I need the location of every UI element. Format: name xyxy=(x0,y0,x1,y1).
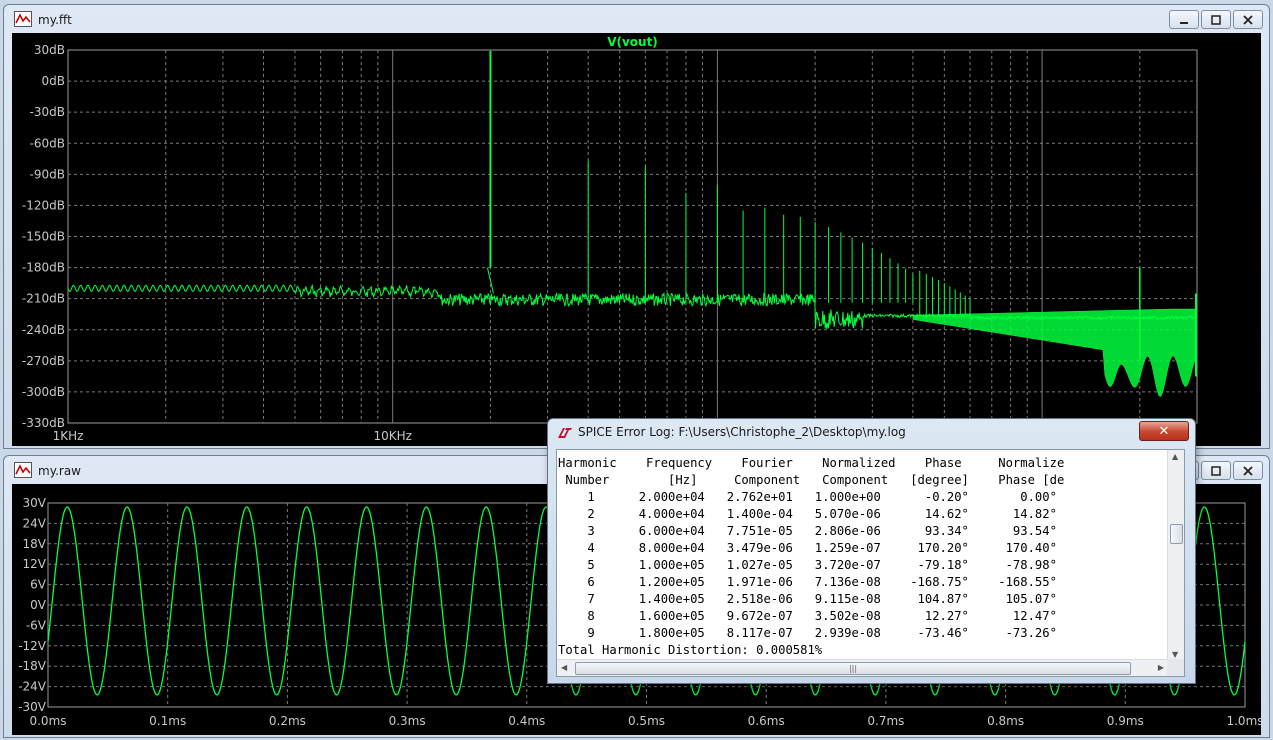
fft-y-tick-label: 30dB xyxy=(34,43,65,57)
raw-close-button[interactable] xyxy=(1233,461,1263,480)
raw-x-tick-label: 0.4ms xyxy=(508,714,545,728)
fft-y-tick-label: -270dB xyxy=(22,354,65,368)
fft-window-title: my.fft xyxy=(38,13,72,27)
raw-x-tick-label: 1.0ms xyxy=(1226,714,1261,728)
fft-chart: 30dB 0dB -30dB -60dB -90dB -120dB -150dB -180dB… xyxy=(22,35,1198,443)
raw-y-tick-label: -30V xyxy=(18,700,47,714)
scroll-left-icon[interactable]: ◀ xyxy=(561,663,567,672)
fft-y-tick-label: -210dB xyxy=(22,292,65,306)
fft-y-tick-label: -240dB xyxy=(22,323,65,337)
raw-y-tick-label: 30V xyxy=(23,496,47,510)
fft-maximize-button[interactable] xyxy=(1201,10,1231,29)
raw-x-tick-label: 0.3ms xyxy=(389,714,426,728)
raw-x-tick-label: 0.2ms xyxy=(269,714,306,728)
fft-y-tick-label: -180dB xyxy=(22,261,65,275)
fft-trace-name: V(vout) xyxy=(607,35,658,49)
fourier-analysis-text: Harmonic Frequency Fourier Normalized Ph… xyxy=(558,456,1065,655)
fft-y-tick-label: -30dB xyxy=(30,105,65,119)
raw-y-tick-label: -6V xyxy=(26,618,47,632)
scrollbar-corner xyxy=(1167,659,1184,676)
fft-x-tick-label: 10KHz xyxy=(373,429,411,443)
waveform-app-icon xyxy=(14,462,32,478)
log-vertical-scrollbar[interactable]: ▲ ▼ xyxy=(1167,450,1184,661)
raw-x-tick-label: 0.8ms xyxy=(987,714,1024,728)
waveform-app-icon xyxy=(14,11,32,27)
raw-y-tick-label: 12V xyxy=(23,557,47,571)
raw-x-tick-label: 0.9ms xyxy=(1107,714,1144,728)
log-close-button[interactable]: ✕ xyxy=(1139,421,1189,441)
fft-titlebar[interactable]: my.fft xyxy=(4,5,1269,35)
raw-x-tick-label: 0.1ms xyxy=(149,714,186,728)
raw-y-tick-label: 18V xyxy=(23,537,47,551)
log-horizontal-scroll-thumb[interactable]: ||| xyxy=(575,662,1131,675)
scroll-up-icon[interactable]: ▲ xyxy=(1172,452,1178,461)
raw-y-tick-label: -24V xyxy=(18,680,47,694)
fft-y-tick-label: 0dB xyxy=(42,74,65,88)
log-vertical-scroll-thumb[interactable] xyxy=(1170,524,1183,544)
fft-y-tick-label: -120dB xyxy=(22,198,65,212)
fft-x-tick-label: 1KHz xyxy=(53,429,84,443)
raw-x-tick-label: 0.0ms xyxy=(29,714,66,728)
fft-window: my.fft 30dB 0dB -30dB -60dB -90dB -120dB -150d… xyxy=(3,4,1270,449)
raw-window-title: my.raw xyxy=(38,464,81,478)
raw-y-tick-label: 6V xyxy=(30,578,47,592)
raw-y-tick-label: 0V xyxy=(30,598,47,612)
fft-y-tick-label: -60dB xyxy=(30,136,65,150)
fft-fundamental-skirt xyxy=(486,267,494,294)
raw-y-tick-label: -12V xyxy=(18,639,47,653)
raw-x-tick-label: 0.7ms xyxy=(867,714,904,728)
log-titlebar[interactable]: SPICE Error Log: F:\Users\Christophe_2\D… xyxy=(548,419,1195,449)
spice-error-log-window: SPICE Error Log: F:\Users\Christophe_2\D… xyxy=(547,418,1196,684)
fft-y-tick-label: -150dB xyxy=(22,230,65,244)
fft-y-tick-label: -330dB xyxy=(22,416,65,430)
raw-maximize-button[interactable] xyxy=(1201,461,1231,480)
raw-y-tick-label: 24V xyxy=(23,516,47,530)
raw-y-tick-label: -18V xyxy=(18,659,47,673)
scroll-down-icon[interactable]: ▼ xyxy=(1172,650,1178,659)
fft-y-tick-label: -300dB xyxy=(22,385,65,399)
fft-aliasing-band xyxy=(912,308,1196,397)
log-window-title: SPICE Error Log: F:\Users\Christophe_2\D… xyxy=(578,425,906,439)
fft-close-button[interactable] xyxy=(1233,10,1263,29)
raw-x-tick-label: 0.5ms xyxy=(628,714,665,728)
fft-plot-area[interactable]: 30dB 0dB -30dB -60dB -90dB -120dB -150dB -180dB… xyxy=(12,33,1261,446)
ltspice-logo-icon xyxy=(558,428,572,438)
raw-x-tick-label: 0.6ms xyxy=(748,714,785,728)
scroll-right-icon[interactable]: ▶ xyxy=(1158,663,1164,672)
log-text-pane[interactable]: Harmonic Frequency Fourier Normalized Ph… xyxy=(556,449,1185,677)
fft-y-tick-label: -90dB xyxy=(30,167,65,181)
fft-minimize-button[interactable] xyxy=(1169,10,1199,29)
log-horizontal-scrollbar[interactable]: ◀ ||| ▶ xyxy=(557,659,1168,676)
